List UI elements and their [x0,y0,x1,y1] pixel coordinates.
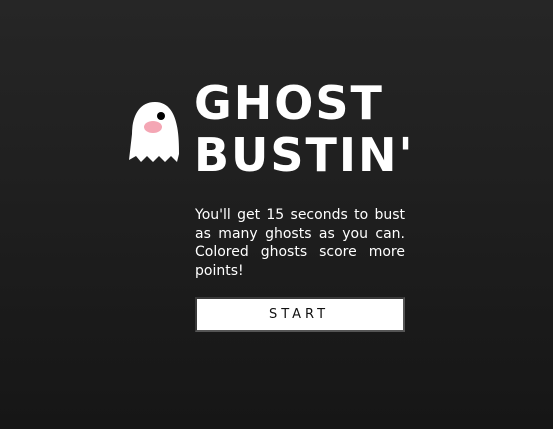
title-line-1: GHOST [194,76,384,130]
ghost-svg [129,102,179,162]
game-instructions: You'll get 15 seconds to bust as many gh… [195,207,405,279]
ghost-icon [126,98,184,168]
ghost-eye [157,112,165,120]
game-title: GHOST BUSTIN' [194,77,415,181]
title-line-2: BUSTIN' [194,128,415,182]
start-button[interactable]: START [195,297,405,332]
ghost-cheek [144,121,162,133]
